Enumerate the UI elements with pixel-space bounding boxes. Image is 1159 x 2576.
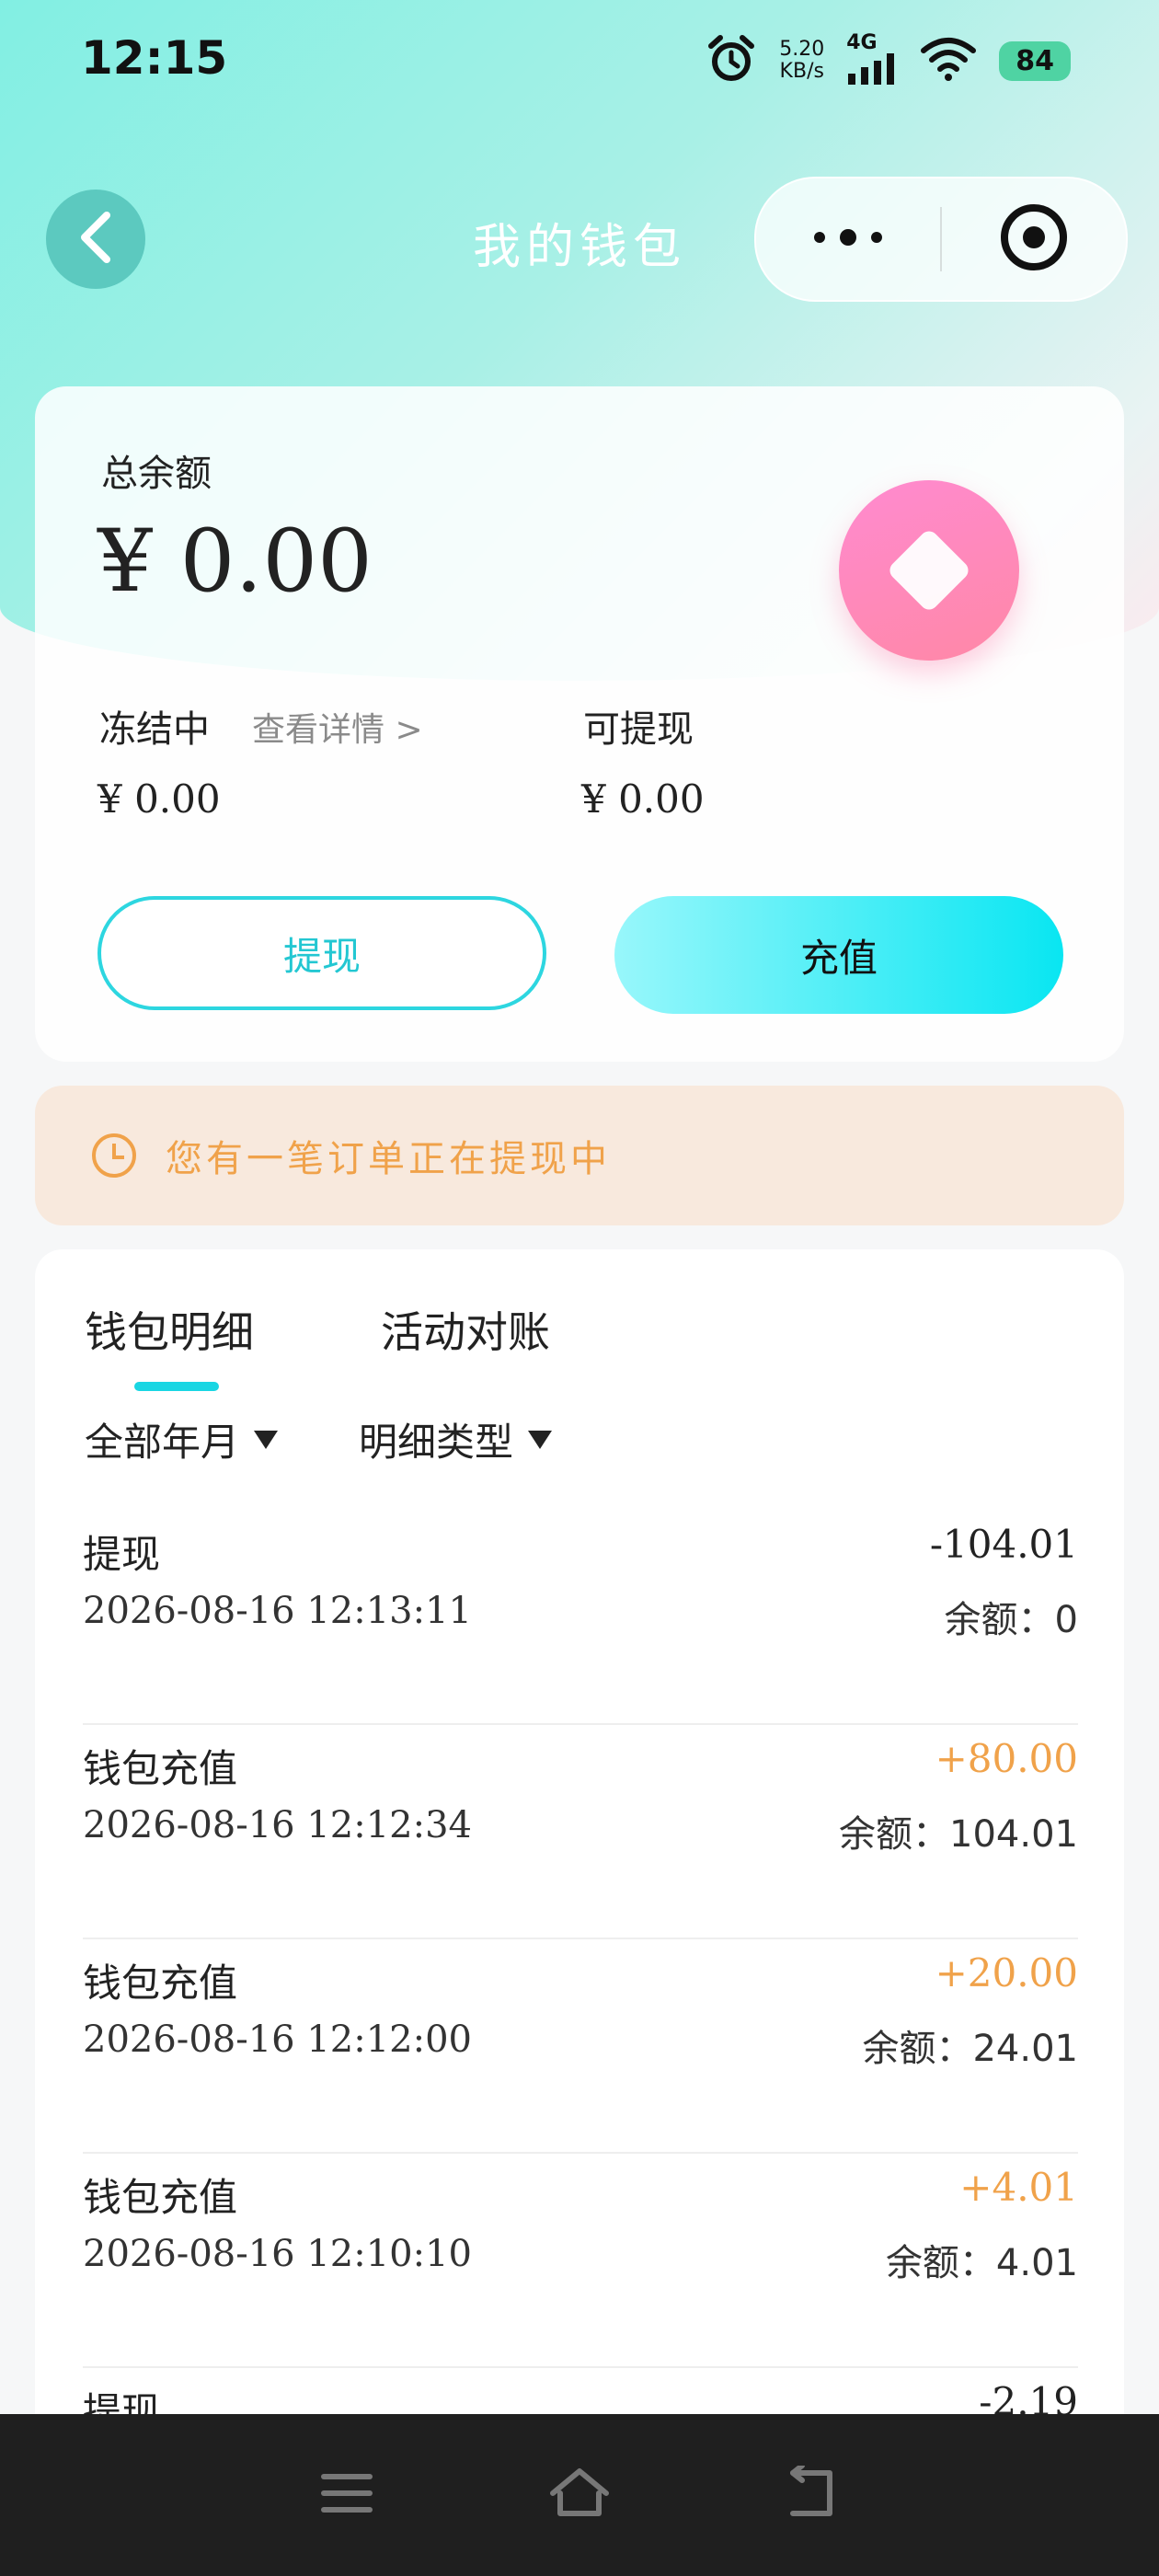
transaction-amount: -104.01 bbox=[929, 1522, 1078, 1567]
diamond-icon bbox=[886, 527, 972, 614]
transaction-balance: 余额：0 bbox=[944, 1599, 1078, 1641]
status-icons: 5.20 KB/s 4G 84 bbox=[706, 33, 1071, 88]
withdrawable-value: ¥ 0.00 bbox=[581, 776, 705, 822]
system-navigation-bar bbox=[0, 2414, 1159, 2576]
transaction-balance: 余额：4.01 bbox=[885, 2242, 1078, 2284]
transaction-amount: +4.01 bbox=[959, 2165, 1078, 2210]
menu-icon bbox=[319, 2470, 374, 2520]
notice-text: 您有一笔订单正在提现中 bbox=[166, 1138, 611, 1180]
mini-program-capsule bbox=[754, 177, 1128, 302]
close-miniprogram-button[interactable] bbox=[942, 178, 1126, 300]
back-icon bbox=[784, 2463, 841, 2524]
transaction-amount: +80.00 bbox=[935, 1736, 1078, 1781]
more-dots-icon bbox=[807, 224, 889, 255]
year-month-filter-label: 全部年月 bbox=[85, 1420, 240, 1465]
transaction-title: 钱包充值 bbox=[83, 1961, 238, 2006]
signal-indicator: 4G bbox=[846, 33, 898, 88]
year-month-filter[interactable]: 全部年月 bbox=[85, 1411, 279, 1467]
signal-icon bbox=[846, 53, 898, 88]
menu-button[interactable] bbox=[310, 2458, 384, 2532]
withdraw-button[interactable]: 提现 bbox=[98, 896, 546, 1010]
active-tab-indicator bbox=[134, 1382, 219, 1391]
back-nav-button[interactable] bbox=[775, 2458, 849, 2532]
balance-card: 总余额 ¥ 0.00 冻结中 查看详情 > ¥ 0.00 可提现 ¥ 0.00 … bbox=[35, 386, 1124, 1062]
status-bar: 12:15 5.20 KB/s 4G 84 bbox=[0, 0, 1159, 120]
withdraw-notice-banner[interactable]: 您有一笔订单正在提现中 bbox=[35, 1086, 1124, 1225]
tab-activity-reconciliation[interactable]: 活动对账 bbox=[381, 1299, 550, 1360]
transaction-title: 钱包充值 bbox=[83, 2175, 238, 2220]
detail-type-filter[interactable]: 明细类型 bbox=[359, 1411, 553, 1467]
transaction-row[interactable]: 钱包充值 2026-08-16 12:12:34 +80.00 余额：104.0… bbox=[83, 1725, 1078, 1939]
transaction-title: 钱包充值 bbox=[83, 1746, 238, 1791]
home-icon bbox=[547, 2466, 612, 2524]
transaction-time: 2026-08-16 12:10:10 bbox=[83, 2233, 472, 2275]
clock-icon bbox=[92, 1133, 136, 1178]
wifi-icon bbox=[920, 36, 977, 86]
detail-type-filter-label: 明细类型 bbox=[359, 1420, 514, 1465]
total-balance-value: ¥ 0.00 bbox=[98, 512, 373, 612]
transaction-balance: 余额：104.01 bbox=[839, 1813, 1078, 1856]
more-button[interactable] bbox=[756, 178, 940, 300]
total-balance-label: 总余额 bbox=[101, 453, 212, 495]
battery-indicator: 84 bbox=[999, 40, 1071, 81]
network-speed: 5.20 KB/s bbox=[779, 38, 825, 83]
target-circle-icon bbox=[997, 201, 1071, 278]
transaction-title: 提现 bbox=[83, 1532, 161, 1577]
frozen-label: 冻结中 bbox=[99, 708, 210, 751]
transaction-row[interactable]: 钱包充值 2026-08-16 12:12:00 +20.00 余额：24.01 bbox=[83, 1939, 1078, 2154]
transaction-row[interactable]: 钱包充值 2026-08-16 12:10:10 +4.01 余额：4.01 bbox=[83, 2154, 1078, 2368]
recharge-button[interactable]: 充值 bbox=[614, 896, 1063, 1014]
view-details-link[interactable]: 查看详情 > bbox=[252, 703, 423, 751]
transaction-balance: 余额：24.01 bbox=[862, 2028, 1078, 2070]
dropdown-triangle-icon bbox=[254, 1430, 279, 1449]
transaction-time: 2026-08-16 12:12:34 bbox=[83, 1804, 472, 1846]
transaction-time: 2026-08-16 12:12:00 bbox=[83, 2018, 472, 2061]
dropdown-triangle-icon bbox=[528, 1430, 553, 1449]
withdrawable-label: 可提现 bbox=[583, 708, 694, 751]
wallet-detail-section: 钱包明细 活动对账 全部年月 明细类型 提现 2026-08-16 12:13:… bbox=[35, 1249, 1124, 2576]
frozen-value: ¥ 0.00 bbox=[98, 776, 221, 822]
diamond-button[interactable] bbox=[839, 480, 1019, 661]
home-button[interactable] bbox=[543, 2458, 616, 2532]
tab-wallet-details[interactable]: 钱包明细 bbox=[85, 1299, 254, 1360]
alarm-icon bbox=[706, 33, 757, 88]
transaction-amount: +20.00 bbox=[935, 1950, 1078, 1995]
status-time: 12:15 bbox=[81, 31, 228, 85]
transaction-time: 2026-08-16 12:13:11 bbox=[83, 1590, 472, 1632]
transaction-row[interactable]: 提现 2026-08-16 12:13:11 -104.01 余额：0 bbox=[83, 1511, 1078, 1725]
